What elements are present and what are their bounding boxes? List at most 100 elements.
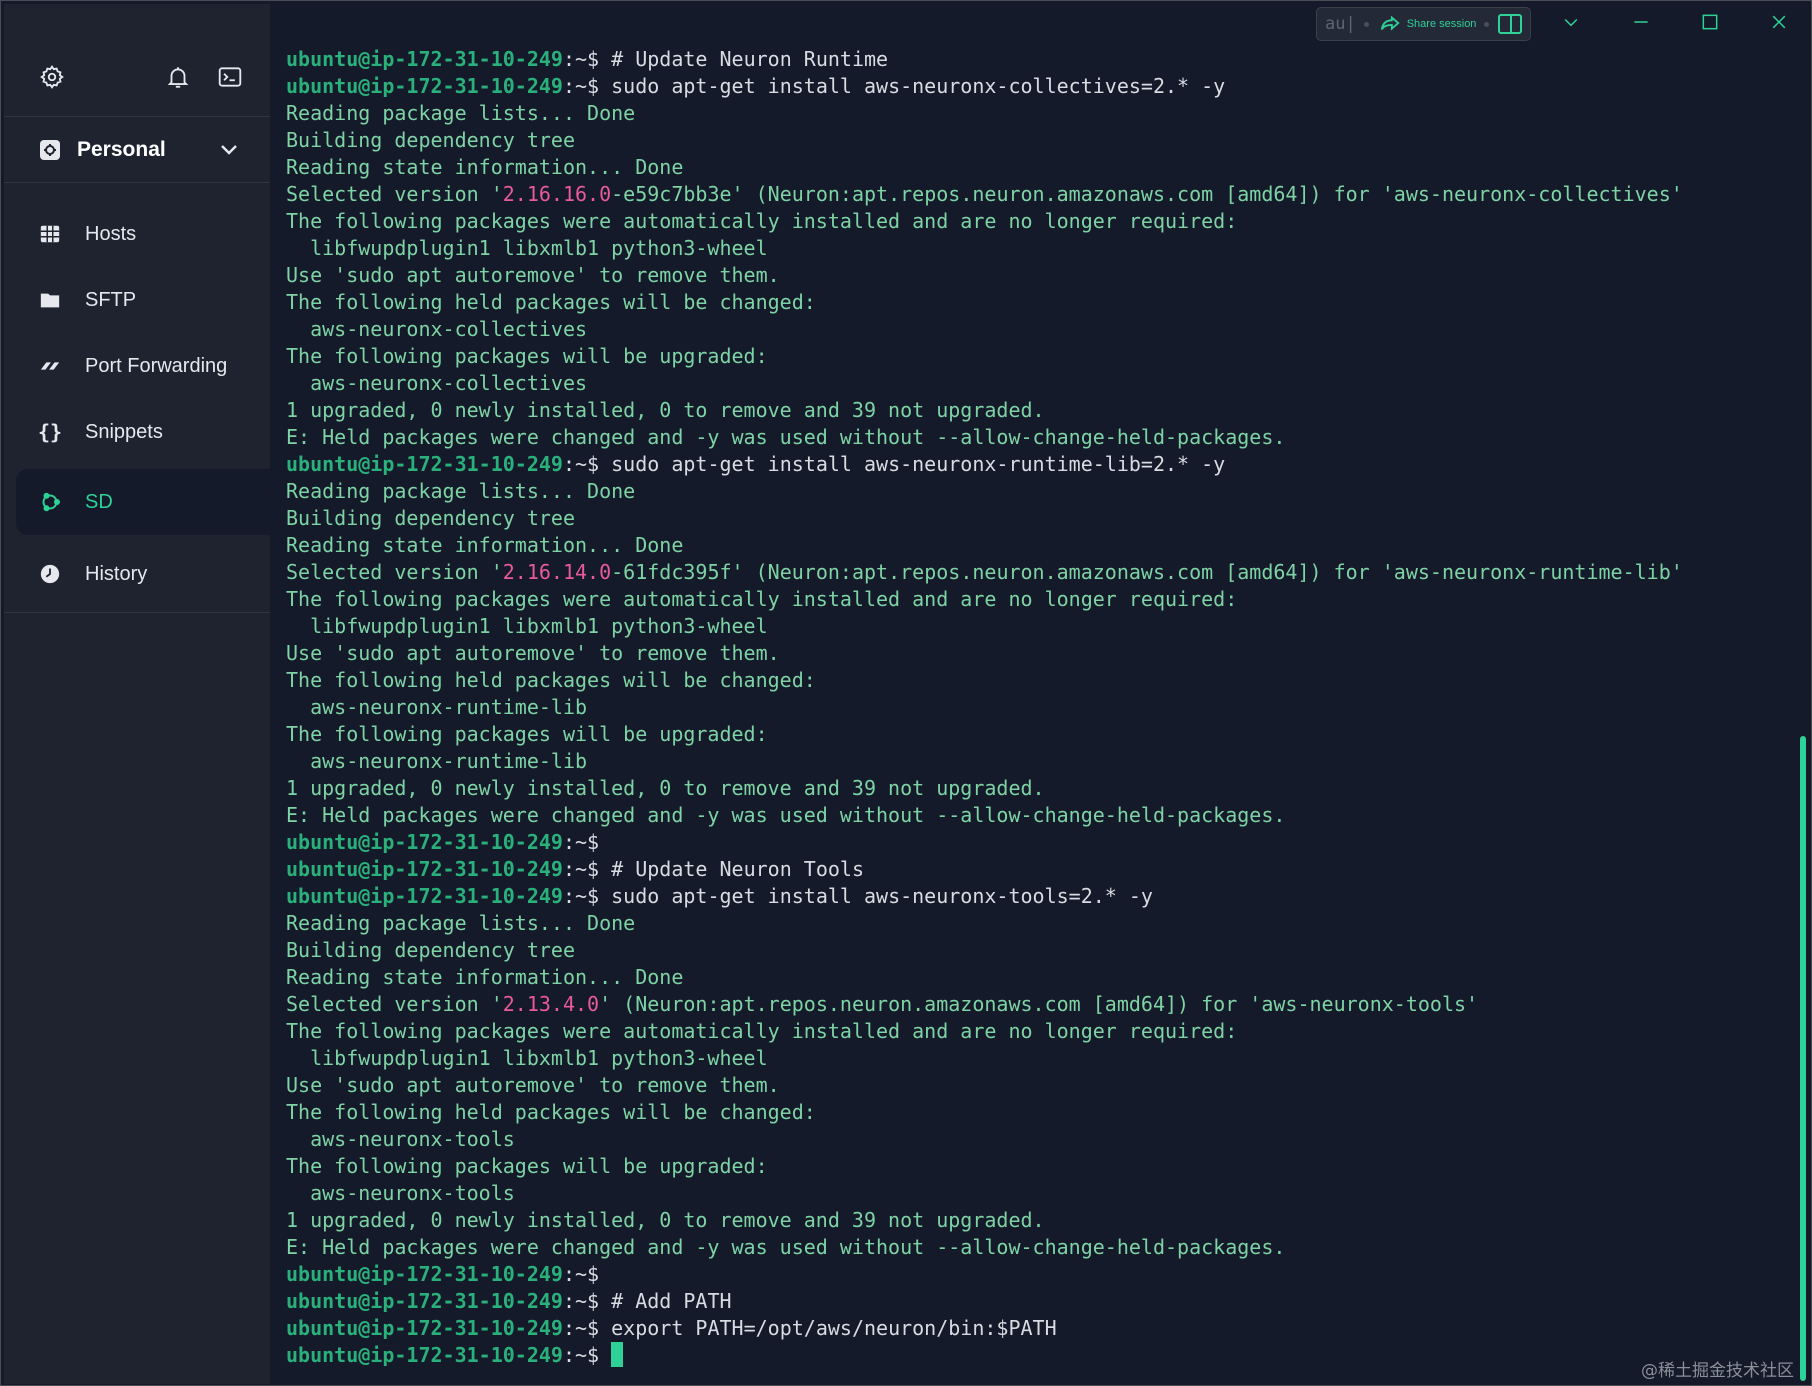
terminal-line: Use 'sudo apt autoremove' to remove them… [286, 263, 780, 287]
sidebar-item-snippets[interactable]: {} Snippets [4, 399, 270, 465]
session-input-text[interactable]: au| [1325, 14, 1356, 34]
prompt-user: ubuntu@ip-172-31-10-249 [286, 1289, 563, 1313]
app-window: Personal Hosts SFTP Port Forwarding {} S… [0, 0, 1812, 1386]
share-icon[interactable] [1379, 13, 1401, 35]
terminal-icon[interactable] [212, 59, 248, 95]
close-icon[interactable] [1764, 7, 1794, 37]
output-text: Selected version ' [286, 560, 503, 584]
prompt-user: ubuntu@ip-172-31-10-249 [286, 1262, 563, 1286]
command-text [599, 1343, 611, 1367]
maximize-icon[interactable] [1695, 7, 1725, 37]
sidebar-item-label: Port Forwarding [85, 354, 228, 377]
sidebar-item-port-forwarding[interactable]: Port Forwarding [4, 333, 270, 399]
terminal-line: ubuntu@ip-172-31-10-249:~$ sudo apt-get … [286, 883, 1683, 910]
terminal-pane[interactable]: ubuntu@ip-172-31-10-249:~$ # Update Neur… [271, 4, 1809, 1384]
command-text: sudo apt-get install aws-neuronx-collect… [599, 74, 1226, 98]
terminal-line: The following packages will be upgraded: [286, 722, 768, 746]
watermark-text: @稀土掘金技术社区 [1641, 1361, 1794, 1381]
terminal-line: The following packages were automaticall… [286, 587, 1238, 611]
terminal-line: ubuntu@ip-172-31-10-249:~$ [286, 829, 1683, 856]
vault-label: Personal [77, 137, 166, 161]
terminal-line: Use 'sudo apt autoremove' to remove them… [286, 1073, 780, 1097]
sidebar-item-sftp[interactable]: SFTP [4, 267, 270, 333]
clock-icon [37, 561, 63, 587]
output-text: Selected version ' [286, 182, 503, 206]
prompt-path: :~$ [562, 1262, 600, 1286]
terminal-line: ubuntu@ip-172-31-10-249:~$ # Add PATH [286, 1288, 1683, 1315]
terminal-line: Selected version '2.13.4.0' (Neuron:apt.… [286, 991, 1683, 1018]
terminal-line: The following held packages will be chan… [286, 1100, 816, 1124]
split-view-icon[interactable] [1497, 13, 1523, 35]
prompt-path: :~$ [562, 452, 600, 476]
terminal-line: E: Held packages were changed and -y was… [286, 803, 1286, 827]
terminal-line: Use 'sudo apt autoremove' to remove them… [286, 641, 780, 665]
terminal-line: E: Held packages were changed and -y was… [286, 425, 1286, 449]
bell-icon[interactable] [160, 59, 196, 95]
terminal-line: Building dependency tree [286, 938, 575, 962]
sidebar-item-hosts[interactable]: Hosts [4, 201, 270, 267]
prompt-path: :~$ [562, 857, 600, 881]
terminal-line: The following packages will be upgraded: [286, 1154, 768, 1178]
prompt-path: :~$ [562, 1316, 600, 1340]
terminal-line: ubuntu@ip-172-31-10-249:~$ sudo apt-get … [286, 73, 1683, 100]
terminal-line: Reading package lists... Done [286, 911, 636, 935]
sidebar-item-label: Hosts [85, 222, 137, 245]
terminal-line: ubuntu@ip-172-31-10-249:~$ [286, 1261, 1683, 1288]
sidebar-divider [4, 612, 270, 613]
prompt-path: :~$ [562, 74, 600, 98]
terminal-cursor[interactable] [611, 1342, 624, 1367]
prompt-user: ubuntu@ip-172-31-10-249 [286, 74, 563, 98]
sidebar-item-label: Snippets [85, 420, 163, 443]
gear-icon[interactable] [34, 59, 70, 95]
terminal-line: Reading package lists... Done [286, 101, 636, 125]
output-text: ' (Neuron:apt.repos.neuron.amazonaws.com… [599, 992, 1479, 1016]
terminal-line: libfwupdplugin1 libxmlb1 python3-wheel [286, 614, 768, 638]
sidebar-item-label: SD [85, 490, 113, 513]
terminal-line: 1 upgraded, 0 newly installed, 0 to remo… [286, 398, 1045, 422]
separator-dot [1484, 21, 1490, 27]
terminal-line: The following packages were automaticall… [286, 209, 1238, 233]
share-session-button[interactable]: Share session [1407, 18, 1477, 30]
minimize-icon[interactable] [1626, 7, 1656, 37]
hosts-grid-icon [37, 221, 63, 247]
vault-selector[interactable]: Personal [4, 116, 270, 183]
version-number: 2.13.4.0 [502, 992, 600, 1016]
terminal-line: Reading state information... Done [286, 155, 684, 179]
sidebar-item-sd[interactable]: SD [16, 469, 270, 535]
prompt-path: :~$ [562, 1289, 600, 1313]
terminal-line: aws-neuronx-collectives [286, 371, 588, 395]
prompt-user: ubuntu@ip-172-31-10-249 [286, 1316, 563, 1340]
terminal-line: The following packages were automaticall… [286, 1019, 1238, 1043]
command-text: # Add PATH [599, 1289, 732, 1313]
prompt-user: ubuntu@ip-172-31-10-249 [286, 47, 563, 71]
terminal-line: The following held packages will be chan… [286, 668, 816, 692]
terminal-line: aws-neuronx-runtime-lib [286, 749, 588, 773]
terminal-line: libfwupdplugin1 libxmlb1 python3-wheel [286, 1046, 768, 1070]
prompt-user: ubuntu@ip-172-31-10-249 [286, 830, 563, 854]
terminal-line: ubuntu@ip-172-31-10-249:~$ export PATH=/… [286, 1315, 1683, 1342]
terminal-line: 1 upgraded, 0 newly installed, 0 to remo… [286, 776, 1045, 800]
prompt-path: :~$ [562, 47, 600, 71]
terminal-line: libfwupdplugin1 libxmlb1 python3-wheel [286, 236, 768, 260]
version-number: 2.16.14.0 [502, 560, 612, 584]
terminal-line: E: Held packages were changed and -y was… [286, 1235, 1286, 1259]
terminal-line: ubuntu@ip-172-31-10-249:~$ [286, 1342, 1683, 1369]
output-text: -e59c7bb3e' (Neuron:apt.repos.neuron.ama… [611, 182, 1683, 206]
session-share-bar: au| Share session [1316, 7, 1531, 41]
terminal-line: 1 upgraded, 0 newly installed, 0 to remo… [286, 1208, 1045, 1232]
terminal-line: ubuntu@ip-172-31-10-249:~$ # Update Neur… [286, 856, 1683, 883]
terminal-line: Building dependency tree [286, 128, 575, 152]
folder-icon [37, 287, 63, 313]
sidebar-item-history[interactable]: History [4, 541, 270, 607]
chevron-down-icon[interactable] [1556, 7, 1586, 37]
terminal-line: Reading package lists... Done [286, 479, 636, 503]
sidebar-toolbar [4, 4, 270, 114]
terminal-line: The following held packages will be chan… [286, 290, 816, 314]
prompt-user: ubuntu@ip-172-31-10-249 [286, 452, 563, 476]
terminal-scrollbar[interactable] [1800, 736, 1806, 1381]
chevron-down-icon[interactable] [217, 137, 241, 161]
terminal-line: aws-neuronx-tools [286, 1181, 515, 1205]
terminal-line: Reading state information... Done [286, 533, 684, 557]
sidebar: Personal Hosts SFTP Port Forwarding {} S… [4, 4, 270, 1384]
sidebar-item-label: SFTP [85, 288, 137, 311]
